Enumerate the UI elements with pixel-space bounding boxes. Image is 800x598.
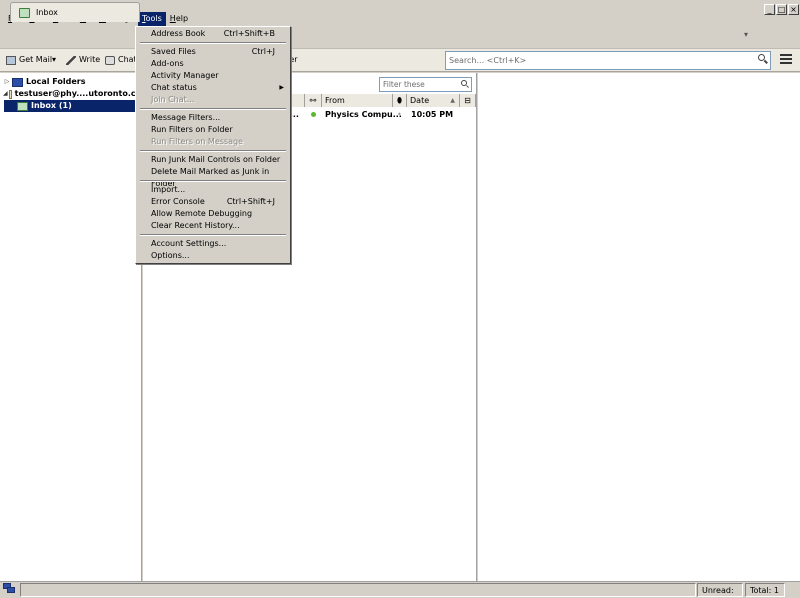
menu-item-run-junk-mail-controls-on-folder[interactable]: Run Junk Mail Controls on Folder (137, 154, 289, 166)
pencil-icon (66, 55, 76, 65)
message-date: 10:05 PM (411, 110, 454, 119)
menu-item-label: Saved Files (151, 47, 196, 56)
quick-filter-input[interactable]: Filter these messages... < (379, 77, 472, 102)
folder-label: Inbox (1) (31, 101, 72, 110)
search-icon (461, 80, 470, 89)
inbox-icon (19, 7, 30, 18)
unread-count: Unread: 1 (697, 583, 743, 597)
unread-dot-icon[interactable] (311, 112, 316, 117)
folder-label: Local Folders (26, 77, 86, 86)
menu-help[interactable]: Help (166, 12, 192, 26)
menu-item-label: Options... (151, 251, 190, 260)
menu-separator (140, 180, 286, 182)
menu-item-address-book[interactable]: Address Book Ctrl+Shift+B (137, 28, 289, 40)
write-button[interactable]: Write (66, 49, 100, 71)
menu-item-join-chat: Join Chat... (137, 94, 289, 106)
menu-item-allow-remote-debugging[interactable]: Allow Remote Debugging (137, 208, 289, 220)
folder-account[interactable]: ◢ testuser@phy....utoronto.ca (0, 88, 141, 100)
menu-item-delete-mail-marked-as-junk-in-folder[interactable]: Delete Mail Marked as Junk in Folder (137, 166, 289, 188)
menu-item-error-console[interactable]: Error Console Ctrl+Shift+J (137, 196, 289, 208)
tab-bar (0, 26, 800, 48)
menu-item-label: Chat status (151, 83, 197, 92)
tools-menu-dropdown: Address Book Ctrl+Shift+B Saved Files Ctrl+… (135, 26, 291, 264)
total-count: Total: 1 (745, 583, 785, 597)
menu-item-label: Join Chat... (151, 95, 195, 104)
status-message (20, 583, 696, 597)
menu-item-run-filters-on-folder[interactable]: Run Filters on Folder (137, 124, 289, 136)
folder-pane: ▷ Local Folders ◢ testuser@phy....utoron… (0, 73, 142, 581)
submenu-arrow-icon: ▶ (279, 84, 284, 91)
menu-item-label: Address Book (151, 29, 206, 38)
menu-item-add-ons[interactable]: Add-ons (137, 58, 289, 70)
menu-separator (140, 234, 286, 236)
menu-item-label: Add-ons (151, 59, 184, 68)
message-from: Physics Compu... (325, 110, 402, 119)
message-pane (478, 73, 800, 581)
chat-button[interactable]: Chat (105, 49, 137, 71)
folder-local-folders[interactable]: ▷ Local Folders (0, 76, 141, 88)
menu-item-label: Run Filters on Message (151, 137, 243, 146)
menu-separator (140, 150, 286, 152)
menu-item-import[interactable]: Import... (137, 184, 289, 196)
search-input[interactable]: Search... <Ctrl+K> (445, 51, 771, 70)
column-date-label: Date (410, 96, 430, 105)
menu-item-label: Message Filters... (151, 113, 221, 122)
tab-label: Inbox (36, 8, 58, 17)
menu-item-message-filters[interactable]: Message Filters... (137, 112, 289, 124)
message-attachment: • (397, 110, 402, 119)
menu-tools[interactable]: Tools (138, 12, 166, 26)
local-folders-icon (12, 77, 23, 87)
inbox-icon (17, 101, 28, 111)
search-icon[interactable] (757, 53, 769, 65)
menu-item-options[interactable]: Options... (137, 250, 289, 262)
account-icon (8, 89, 12, 99)
menu-item-activity-manager[interactable]: Activity Manager (137, 70, 289, 82)
column-thread[interactable]: ⚯ (305, 94, 322, 107)
menu-item-label: Activity Manager (151, 71, 219, 80)
tab-inbox[interactable]: Inbox (10, 2, 140, 22)
menu-separator (140, 42, 286, 44)
sort-ascending-icon: ▲ (450, 97, 455, 104)
menu-item-shortcut: Ctrl+J (251, 47, 275, 56)
chat-icon (105, 55, 115, 65)
collapse-icon[interactable]: ◢ (3, 88, 8, 100)
column-attachment[interactable]: ⬮ (393, 94, 407, 107)
column-picker-icon[interactable]: ⊟ (460, 94, 476, 107)
get-mail-dropdown[interactable]: ▾ (52, 49, 56, 71)
menu-item-account-settings[interactable]: Account Settings... (137, 238, 289, 250)
get-mail-icon (6, 55, 16, 65)
folder-inbox[interactable]: Inbox (1) (4, 100, 141, 112)
menu-item-shortcut: Ctrl+Shift+B (223, 29, 275, 38)
menu-item-chat-status[interactable]: Chat status ▶ (137, 82, 289, 94)
write-label: Write (79, 55, 101, 64)
menu-item-shortcut: Ctrl+Shift+J (226, 197, 275, 206)
hamburger-menu-icon[interactable] (780, 54, 792, 66)
expand-icon[interactable]: ▷ (3, 76, 11, 88)
menu-item-label: Allow Remote Debugging (151, 209, 253, 218)
menu-item-run-filters-on-message: Run Filters on Message (137, 136, 289, 148)
menu-item-label: Run Junk Mail Controls on Folder (151, 155, 281, 164)
online-status-icon[interactable] (3, 583, 16, 595)
column-date[interactable]: Date ▲ (407, 94, 460, 107)
get-mail-button[interactable]: Get Mail (6, 49, 52, 71)
menu-item-clear-recent-history[interactable]: Clear Recent History... (137, 220, 289, 232)
menu-separator (140, 108, 286, 110)
menu-item-label: Error Console (151, 197, 205, 206)
folder-label: testuser@phy....utoronto.ca (14, 89, 141, 98)
menu-item-saved-files[interactable]: Saved Files Ctrl+J (137, 46, 289, 58)
menu-item-label: Clear Recent History... (151, 221, 240, 230)
chat-label: Chat (118, 55, 137, 64)
chevron-down-icon[interactable]: ▾ (744, 30, 748, 39)
menu-item-label: Run Filters on Folder (151, 125, 233, 134)
menu-item-label: Account Settings... (151, 239, 227, 248)
menu-item-label: Import... (151, 185, 186, 194)
column-from[interactable]: From (322, 94, 393, 107)
get-mail-label: Get Mail (19, 55, 53, 64)
